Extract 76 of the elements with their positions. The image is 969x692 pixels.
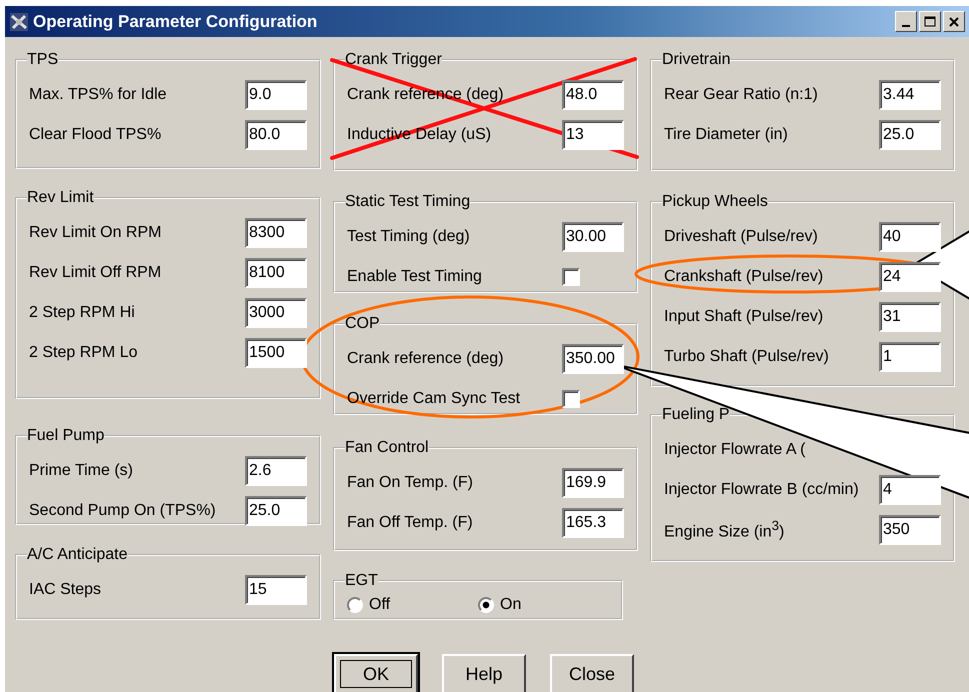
input-field[interactable]: 8100 xyxy=(245,258,307,288)
input-field[interactable]: 165.3 xyxy=(562,508,624,538)
group-title: Static Test Timing xyxy=(345,193,470,211)
dialog-button[interactable]: Help xyxy=(442,654,526,692)
field-label: Second Pump On (TPS%) xyxy=(29,502,216,520)
field-label: Injector Flowrate A ( xyxy=(664,441,806,459)
input-field[interactable]: 15 xyxy=(245,575,307,605)
input-field[interactable]: 25.0 xyxy=(245,496,307,526)
maximize-icon xyxy=(924,16,936,27)
input-field[interactable]: 169.9 xyxy=(562,468,624,498)
maximize-button[interactable] xyxy=(919,11,941,32)
radio-button[interactable] xyxy=(347,597,363,613)
group-title: Fuel Pump xyxy=(27,427,104,445)
field-label: Crank reference (deg) xyxy=(347,350,504,368)
field-label: Fan Off Temp. (F) xyxy=(347,514,473,532)
field-label: Rear Gear Ratio (n:1) xyxy=(664,86,818,104)
input-field[interactable]: 1500 xyxy=(245,338,307,368)
radio-label: Off xyxy=(369,596,390,614)
input-field[interactable]: 48.0 xyxy=(562,80,624,110)
input-field[interactable]: 350 xyxy=(879,515,941,545)
field-label: Tire Diameter (in) xyxy=(664,126,788,144)
minimize-icon xyxy=(902,24,910,26)
checkbox[interactable] xyxy=(562,390,580,408)
input-field[interactable]: 1 xyxy=(879,342,941,372)
checkbox[interactable] xyxy=(562,268,580,286)
field-label: Clear Flood TPS% xyxy=(29,126,162,144)
group-title: Crank Trigger xyxy=(345,51,442,69)
field-label: Crankshaft (Pulse/rev) xyxy=(664,268,824,286)
input-field[interactable]: 24 xyxy=(879,262,941,292)
group-title: TPS xyxy=(27,51,58,69)
input-field[interactable]: 80.0 xyxy=(245,120,307,150)
app-icon xyxy=(9,12,29,32)
group-title: EGT xyxy=(345,572,378,590)
group-title: Rev Limit xyxy=(27,189,94,207)
input-field[interactable]: 31 xyxy=(879,302,941,332)
field-label: Injector Flowrate B (cc/min) xyxy=(664,481,859,499)
group-title: Fan Control xyxy=(345,439,429,457)
field-label: Input Shaft (Pulse/rev) xyxy=(664,308,824,326)
input-field[interactable]: 2.6 xyxy=(245,456,307,486)
input-field[interactable]: 25.0 xyxy=(879,120,941,150)
field-label: Max. TPS% for Idle xyxy=(29,86,167,104)
input-field[interactable]: 9.0 xyxy=(245,80,307,110)
field-label: Test Timing (deg) xyxy=(347,228,470,246)
field-label: 2 Step RPM Hi xyxy=(29,304,135,322)
window-title: Operating Parameter Configuration xyxy=(33,12,318,32)
minimize-button[interactable] xyxy=(895,11,917,32)
dialog-button[interactable]: OK xyxy=(334,654,418,692)
input-field[interactable]: 40 xyxy=(879,222,941,252)
input-field[interactable]: 3.44 xyxy=(879,80,941,110)
dialog-button[interactable]: Close xyxy=(550,654,634,692)
input-field[interactable]: 3000 xyxy=(245,298,307,328)
group-title: Fueling P xyxy=(662,406,730,424)
input-field[interactable]: 13 xyxy=(562,120,624,150)
field-label: Rev Limit On RPM xyxy=(29,224,162,242)
checkbox-label: Enable Test Timing xyxy=(347,268,482,286)
field-label: Turbo Shaft (Pulse/rev) xyxy=(664,348,829,366)
close-icon xyxy=(949,16,959,26)
close-button[interactable] xyxy=(943,11,965,32)
field-label: Engine Size (in$^{3}$) xyxy=(664,518,784,542)
radio-button[interactable] xyxy=(478,597,494,613)
checkbox-label: Override Cam Sync Test xyxy=(347,390,520,408)
group-title: A/C Anticipate xyxy=(27,546,128,564)
field-label: Prime Time (s) xyxy=(29,462,133,480)
group-title: Drivetrain xyxy=(662,51,730,69)
input-field[interactable]: 4 xyxy=(879,475,941,505)
group-title: COP xyxy=(345,315,380,333)
group-title: Pickup Wheels xyxy=(662,193,768,211)
field-label: Rev Limit Off RPM xyxy=(29,264,162,282)
field-label: IAC Steps xyxy=(29,581,102,599)
field-label: Driveshaft (Pulse/rev) xyxy=(664,228,818,246)
input-field[interactable]: 350.00 xyxy=(562,344,624,374)
field-label: 2 Step RPM Lo xyxy=(29,344,138,362)
radio-label: On xyxy=(500,596,522,614)
field-label: Fan On Temp. (F) xyxy=(347,474,473,492)
input-field[interactable]: 30.00 xyxy=(562,222,624,252)
input-field[interactable]: 8300 xyxy=(245,218,307,248)
